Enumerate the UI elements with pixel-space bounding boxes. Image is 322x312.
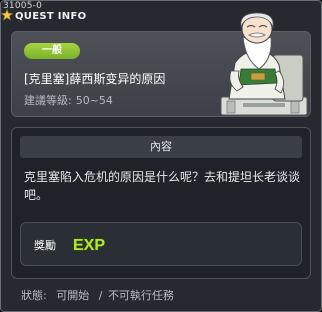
window-title: QUEST INFO [15,11,87,22]
status-value: 可開始 [56,289,90,302]
quest-status: 狀態: 可開始 / 不可執行任務 [21,287,174,303]
content-section-header: 內容 [20,136,302,158]
category-badge: 一般 [24,43,80,59]
exp-icon-text: EXP [73,237,105,254]
status-label: 狀態: [21,289,47,302]
level-label: 建議等級: [24,94,72,107]
reward-label: 獎勵 [34,239,56,252]
quest-description: 克里塞陷入危机的原因是什么呢？去和提坦长老谈谈吧。 [24,170,301,202]
quest-info-window: 31005-0 QUEST INFO 一般 [克里塞]薛西斯变异的原因 建議等級… [0,0,322,312]
exp-icon: EXP [72,236,106,255]
quest-title: [克里塞]薛西斯变异的原因 [24,72,166,86]
elder-npc-portrait [220,12,308,116]
level-range: 50~54 [75,94,113,107]
recommended-level: 建議等級: 50~54 [24,92,113,108]
quest-content-panel: 內容 克里塞陷入危机的原因是什么呢？去和提坦长老谈谈吧。 獎勵 EXP [11,127,311,279]
reward-box: 獎勵 EXP [20,222,302,266]
star-icon [1,9,13,21]
status-separator: / [98,289,103,302]
status-note: 不可執行任務 [107,289,174,302]
